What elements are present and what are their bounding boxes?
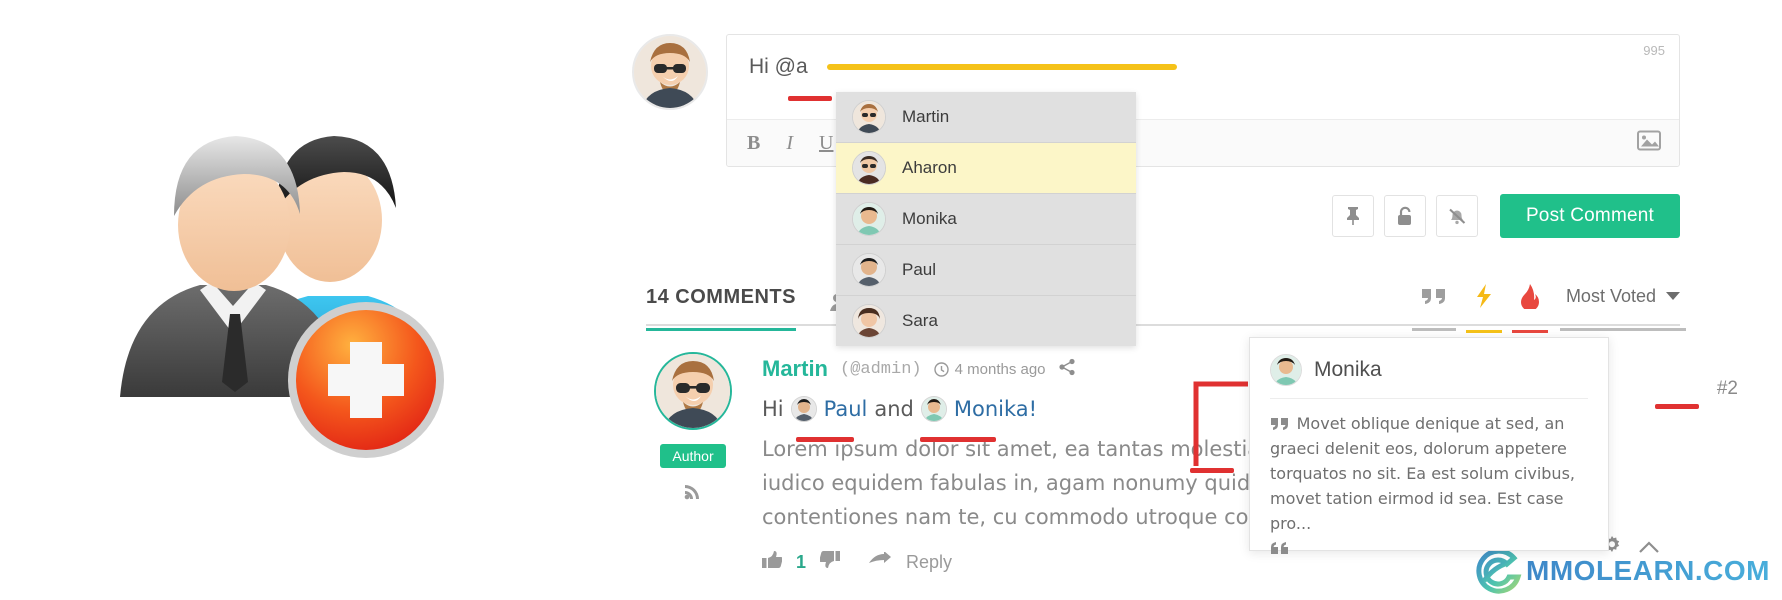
greeting-prefix: Hi <box>762 397 784 421</box>
comment-meta-column: Author <box>646 352 740 574</box>
sort-select[interactable]: Most Voted <box>1559 285 1687 331</box>
tooltip-quote-text: Movet oblique denique at sed, an graeci … <box>1270 414 1575 533</box>
avatar-icon <box>790 396 817 422</box>
greeting-join: and <box>874 397 914 421</box>
add-users-illustration <box>88 92 478 462</box>
mention-option-label: Monika <box>902 209 957 228</box>
screenshot-stage: 995 Hi @a B I U Post Comment Martin Ahar… <box>0 0 1782 600</box>
italic-icon[interactable]: I <box>786 133 793 153</box>
comment-author-name[interactable]: Martin <box>762 356 828 382</box>
comments-header-right: Most Voted <box>1411 283 1687 333</box>
avatar-icon <box>920 396 947 422</box>
mention-link-monika[interactable]: Monika! <box>954 397 1037 421</box>
image-icon[interactable] <box>1637 130 1661 156</box>
composer-actions: Post Comment <box>1331 194 1680 238</box>
avatar-icon <box>852 202 886 236</box>
avatar-icon <box>852 304 886 338</box>
mention-autocomplete-dropdown[interactable]: Martin Aharon Monika Paul Sara <box>836 92 1136 346</box>
reply-button[interactable]: Reply <box>906 552 952 573</box>
annotation-underline-monika <box>920 437 996 442</box>
comment-author-avatar <box>654 352 732 430</box>
mention-preview-tooltip: Monika Movet oblique denique at sed, an … <box>1249 337 1609 554</box>
chevron-down-icon <box>1666 292 1680 300</box>
mention-option[interactable]: Paul <box>836 245 1136 296</box>
thumbs-up-icon[interactable] <box>762 550 783 574</box>
annotation-underline-at <box>788 96 832 101</box>
author-badge: Author <box>660 444 726 468</box>
avatar-icon <box>1270 354 1302 386</box>
unlock-icon[interactable] <box>1383 195 1426 237</box>
tooltip-author-name: Monika <box>1314 358 1382 381</box>
quote-icon[interactable] <box>1411 285 1456 331</box>
comments-header: 14 COMMENTS Most Voted <box>646 280 1687 333</box>
thumbs-down-icon[interactable] <box>819 550 841 574</box>
mention-option-label: Martin <box>902 107 950 126</box>
flame-icon[interactable] <box>1511 283 1548 333</box>
mention-option-label: Sara <box>902 311 938 330</box>
mention-option[interactable]: Aharon <box>836 143 1136 194</box>
mention-option[interactable]: Martin <box>836 92 1136 143</box>
typed-highlight-bar <box>827 64 1177 70</box>
mention-option[interactable]: Sara <box>836 296 1136 346</box>
comment-author-handle: (@admin) <box>840 359 922 379</box>
bold-icon[interactable]: B <box>747 133 760 153</box>
mention-link-paul[interactable]: Paul <box>824 397 868 421</box>
avatar-icon <box>852 151 886 185</box>
annotation-underline-paul <box>796 437 854 442</box>
post-comment-button[interactable]: Post Comment <box>1499 194 1680 238</box>
comment-timestamp: 4 months ago <box>933 360 1046 378</box>
tooltip-quote: Movet oblique denique at sed, an graeci … <box>1270 411 1588 563</box>
comment-time-label: 4 months ago <box>954 360 1046 378</box>
quote-open-icon <box>1270 412 1297 434</box>
share-icon[interactable] <box>1058 358 1076 381</box>
mention-option[interactable]: Monika <box>836 194 1136 245</box>
annotation-underline-hash2 <box>1655 404 1699 409</box>
quote-close-icon <box>1270 539 1290 561</box>
sort-select-label: Most Voted <box>1565 285 1656 306</box>
mention-option-label: Paul <box>902 260 937 279</box>
avatar-icon <box>852 253 886 287</box>
tooltip-header: Monika <box>1270 354 1588 399</box>
bolt-icon[interactable] <box>1465 283 1502 333</box>
bell-off-icon[interactable] <box>1435 195 1478 237</box>
rss-icon[interactable] <box>684 482 702 505</box>
vote-count: 1 <box>796 551 807 572</box>
reply-arrow-icon[interactable] <box>868 550 892 573</box>
avatar-icon <box>852 100 886 134</box>
comment-permalink-ref[interactable]: #2 <box>1717 378 1738 400</box>
underline-icon[interactable]: U <box>819 133 833 153</box>
mention-option-label: Aharon <box>902 158 957 177</box>
pin-icon[interactable] <box>1331 195 1374 237</box>
current-user-avatar <box>632 34 708 110</box>
comments-count-tab[interactable]: 14 COMMENTS <box>646 286 796 331</box>
